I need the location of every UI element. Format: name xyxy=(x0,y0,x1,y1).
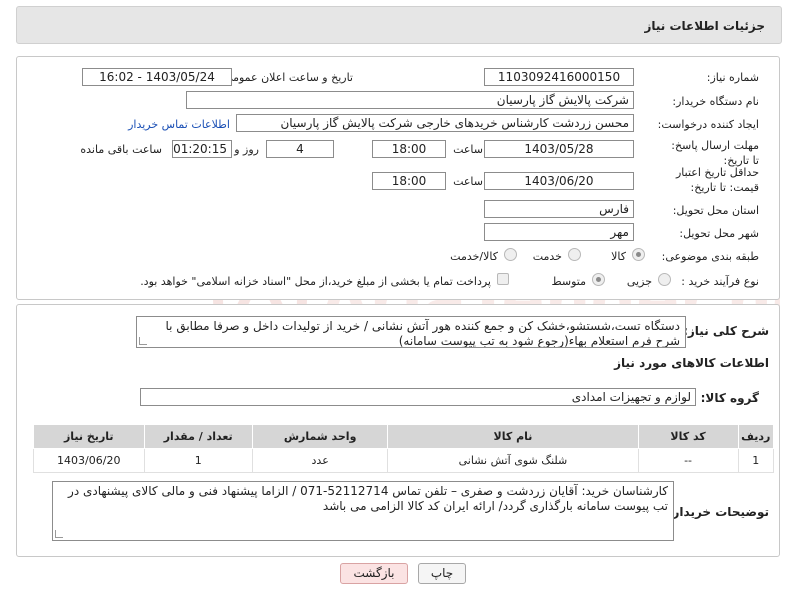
category-goods-radio[interactable] xyxy=(632,248,645,261)
need-number-label: شماره نیاز: xyxy=(706,71,759,84)
treasury-payment-note: پرداخت تمام یا بخشی از مبلغ خرید،از محل … xyxy=(140,275,491,288)
buyer-contact-link[interactable]: اطلاعات تماس خریدار xyxy=(128,118,230,131)
col-quantity: تعداد / مقدار xyxy=(143,424,253,449)
col-row-number: ردیف xyxy=(737,424,775,449)
description-label: شرح کلی نیاز: xyxy=(683,324,769,338)
reply-time-label: ساعت xyxy=(453,143,483,156)
cell-need-date: 1403/06/20 xyxy=(33,448,145,473)
table-header-row: ردیف کد کالا نام کالا واحد شمارش تعداد /… xyxy=(33,424,775,449)
goods-info-title: اطلاعات کالاهای مورد نیاز xyxy=(614,356,769,370)
category-both-label: کالا/خدمت xyxy=(450,250,498,263)
page-header: جزئیات اطلاعات نیاز xyxy=(16,6,782,44)
cell-unit: عدد xyxy=(251,448,389,473)
requester-label: ایجاد کننده درخواست: xyxy=(657,118,759,131)
price-date-field[interactable]: 1403/06/20 xyxy=(484,172,634,190)
col-need-date: تاریخ نیاز xyxy=(33,424,145,449)
price-time-field[interactable]: 18:00 xyxy=(372,172,446,190)
announce-date-field[interactable]: 1403/05/24 - 16:02 xyxy=(82,68,232,86)
days-field[interactable]: 4 xyxy=(266,140,334,158)
page-title: جزئیات اطلاعات نیاز xyxy=(644,19,765,33)
process-medium-radio[interactable] xyxy=(592,273,605,286)
description-text: دستگاه تست،شستشو،خشک کن و جمع کننده هور … xyxy=(165,319,680,348)
treasury-payment-checkbox[interactable] xyxy=(497,273,509,285)
category-goods-label: کالا xyxy=(611,250,626,263)
buyer-org-label: نام دستگاه خریدار: xyxy=(672,95,759,108)
buyer-notes-label: توضیحات خریدار: xyxy=(667,505,769,519)
goods-group-field[interactable]: لوازم و تجهیزات امدادی xyxy=(140,388,696,406)
cell-row-number: 1 xyxy=(737,448,775,473)
remaining-time-label: ساعت باقی مانده xyxy=(80,143,162,156)
cell-quantity: 1 xyxy=(143,448,253,473)
category-service-label: خدمت xyxy=(532,250,562,263)
process-label: نوع فرآیند خرید : xyxy=(681,275,759,288)
col-goods-code: کد کالا xyxy=(637,424,739,449)
buyer-notes-text: کارشناسان خرید: آقایان زردشت و صفری – تل… xyxy=(68,484,668,513)
process-minor-radio[interactable] xyxy=(658,273,671,286)
price-time-label: ساعت xyxy=(453,175,483,188)
print-button[interactable]: چاپ xyxy=(418,563,466,584)
col-goods-name: نام کالا xyxy=(387,424,639,449)
process-minor-label: جزیی xyxy=(626,275,652,288)
reply-date-field[interactable]: 1403/05/28 xyxy=(484,140,634,158)
city-field[interactable]: مهر xyxy=(484,223,634,241)
reply-time-field[interactable]: 18:00 xyxy=(372,140,446,158)
description-textarea[interactable]: دستگاه تست،شستشو،خشک کن و جمع کننده هور … xyxy=(136,316,686,348)
buyer-org-field[interactable]: شرکت پالایش گاز پارسیان xyxy=(186,91,634,109)
province-label: استان محل تحویل: xyxy=(672,204,759,217)
category-both-radio[interactable] xyxy=(504,248,517,261)
announce-date-label: تاریخ و ساعت اعلان عمومی: xyxy=(220,71,353,84)
cell-goods-code: -- xyxy=(637,448,739,473)
remaining-time-field[interactable]: 01:20:15 xyxy=(172,140,232,158)
goods-table: ردیف کد کالا نام کالا واحد شمارش تعداد /… xyxy=(33,424,775,473)
process-medium-label: متوسط xyxy=(551,275,586,288)
goods-group-label: گروه کالا: xyxy=(700,391,759,405)
province-field[interactable]: فارس xyxy=(484,200,634,218)
buyer-notes-textarea[interactable]: کارشناسان خرید: آقایان زردشت و صفری – تل… xyxy=(52,481,674,541)
resize-handle-icon[interactable] xyxy=(55,530,63,538)
table-row[interactable]: 1 -- شلنگ شوی آتش نشانی عدد 1 1403/06/20 xyxy=(33,448,775,473)
price-validity-label: حداقل تاریخ اعتبار قیمت: تا تاریخ: xyxy=(675,166,759,194)
city-label: شهر محل تحویل: xyxy=(679,227,759,240)
resize-handle-icon[interactable] xyxy=(139,337,147,345)
col-unit: واحد شمارش xyxy=(251,424,389,449)
reply-deadline-label: مهلت ارسال پاسخ: تا تاریخ: xyxy=(671,139,759,167)
cell-goods-name: شلنگ شوی آتش نشانی xyxy=(387,448,639,473)
category-label: طبقه بندی موضوعی: xyxy=(661,250,759,263)
requester-field[interactable]: محسن زردشت کارشناس خریدهای خارجی شرکت پا… xyxy=(236,114,634,132)
need-number-field[interactable]: 1103092416000150 xyxy=(484,68,634,86)
category-service-radio[interactable] xyxy=(568,248,581,261)
back-button[interactable]: بازگشت xyxy=(340,563,408,584)
days-label: روز و xyxy=(234,143,259,156)
